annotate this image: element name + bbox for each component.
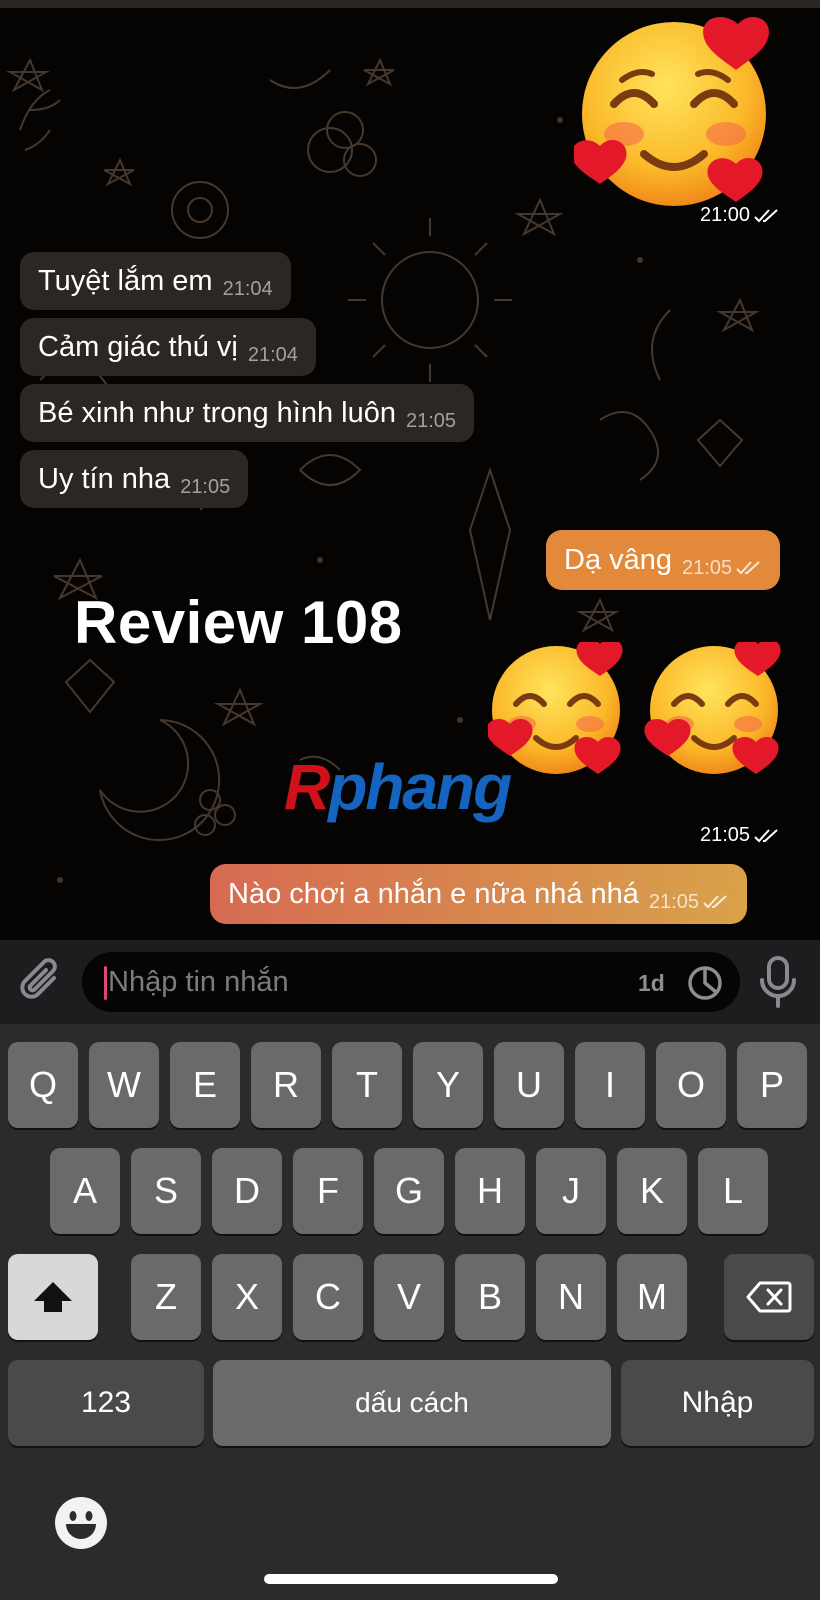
- shift-arrow-icon: [34, 1282, 72, 1312]
- key-w[interactable]: W: [89, 1042, 159, 1128]
- key-n[interactable]: N: [536, 1254, 606, 1340]
- key-q[interactable]: Q: [8, 1042, 78, 1128]
- microphone-icon[interactable]: [758, 954, 798, 1010]
- key-v[interactable]: V: [374, 1254, 444, 1340]
- key-m[interactable]: M: [617, 1254, 687, 1340]
- message-incoming[interactable]: Uy tín nha 21:05: [20, 450, 249, 508]
- paperclip-icon[interactable]: [18, 958, 64, 1006]
- key-k[interactable]: K: [617, 1148, 687, 1234]
- status-divider: [0, 0, 820, 8]
- double-check-icon: [754, 208, 778, 222]
- message-text: Tuyệt lắm em: [38, 264, 213, 297]
- key-p[interactable]: P: [737, 1042, 807, 1128]
- sticker-smiling-face-with-hearts[interactable]: [574, 14, 790, 214]
- key-i[interactable]: I: [575, 1042, 645, 1128]
- text-cursor: [104, 966, 107, 1000]
- shift-key[interactable]: [8, 1254, 98, 1340]
- sticker-smiling-face-with-hearts-double[interactable]: [488, 642, 800, 792]
- key-b[interactable]: B: [455, 1254, 525, 1340]
- double-check-icon: [703, 895, 727, 909]
- message-incoming[interactable]: Tuyệt lắm em 21:04: [20, 252, 291, 310]
- backspace-key[interactable]: [724, 1254, 814, 1340]
- overlay-logo: Rphang: [284, 750, 512, 824]
- message-time: 21:04: [222, 278, 273, 300]
- key-y[interactable]: Y: [413, 1042, 483, 1128]
- key-a[interactable]: A: [50, 1148, 120, 1234]
- message-outgoing[interactable]: Nào chơi a nhắn e nữa nhá nhá 21:05: [210, 864, 747, 924]
- message-time: 21:05: [180, 476, 231, 498]
- message-time: 21:05: [648, 891, 699, 913]
- key-s[interactable]: S: [131, 1148, 201, 1234]
- key-r[interactable]: R: [251, 1042, 321, 1128]
- message-input[interactable]: Nhập tin nhắn 1d: [82, 952, 740, 1012]
- key-d[interactable]: D: [212, 1148, 282, 1234]
- home-indicator[interactable]: [264, 1574, 558, 1584]
- onscreen-keyboard: Q W E R T Y U I O P A S D F G H J K L Z …: [0, 1024, 820, 1600]
- key-c[interactable]: C: [293, 1254, 363, 1340]
- message-input-bar: Nhập tin nhắn 1d: [0, 940, 820, 1024]
- key-u[interactable]: U: [494, 1042, 564, 1128]
- double-check-icon: [736, 561, 760, 575]
- sticker-time: 21:00: [700, 204, 751, 226]
- message-text: Bé xinh như trong hình luôn: [38, 396, 396, 429]
- message-time: 21:05: [682, 557, 733, 579]
- return-key[interactable]: Nhập: [621, 1360, 814, 1446]
- key-t[interactable]: T: [332, 1042, 402, 1128]
- overlay-logo-rest: phang: [328, 751, 512, 823]
- key-l[interactable]: L: [698, 1148, 768, 1234]
- key-f[interactable]: F: [293, 1148, 363, 1234]
- message-incoming[interactable]: Bé xinh như trong hình luôn 21:05: [20, 384, 475, 442]
- message-text: Cảm giác thú vị: [38, 330, 238, 363]
- message-time: 21:05: [406, 410, 457, 432]
- timer-icon[interactable]: [686, 964, 724, 1002]
- message-time: 21:04: [247, 344, 298, 366]
- key-o[interactable]: O: [656, 1042, 726, 1128]
- key-x[interactable]: X: [212, 1254, 282, 1340]
- message-text: Nào chơi a nhắn e nữa nhá nhá: [228, 877, 639, 910]
- double-check-icon: [754, 828, 778, 842]
- numbers-key[interactable]: 123: [8, 1360, 204, 1446]
- sticker-timestamp: 21:05: [700, 824, 780, 847]
- overlay-logo-first: R: [284, 751, 330, 823]
- key-j[interactable]: J: [536, 1148, 606, 1234]
- message-outgoing[interactable]: Dạ vâng 21:05: [546, 530, 781, 590]
- key-e[interactable]: E: [170, 1042, 240, 1128]
- emoji-keyboard-icon[interactable]: [54, 1496, 108, 1550]
- key-z[interactable]: Z: [131, 1254, 201, 1340]
- overlay-title: Review 108: [74, 589, 403, 656]
- space-key[interactable]: dấu cách: [213, 1360, 611, 1446]
- sticker-timestamp: 21:00: [700, 204, 780, 227]
- sticker-time: 21:05: [700, 824, 751, 846]
- backspace-icon: [746, 1281, 792, 1313]
- message-input-placeholder: Nhập tin nhắn: [108, 966, 289, 998]
- chat-area[interactable]: 21:00 Tuyệt lắm em 21:04 Cảm giác thú vị…: [0, 0, 820, 940]
- key-h[interactable]: H: [455, 1148, 525, 1234]
- timer-label: 1d: [638, 970, 665, 996]
- key-g[interactable]: G: [374, 1148, 444, 1234]
- message-text: Uy tín nha: [38, 462, 171, 495]
- message-incoming[interactable]: Cảm giác thú vị 21:04: [20, 318, 316, 376]
- message-text: Dạ vâng: [564, 543, 673, 576]
